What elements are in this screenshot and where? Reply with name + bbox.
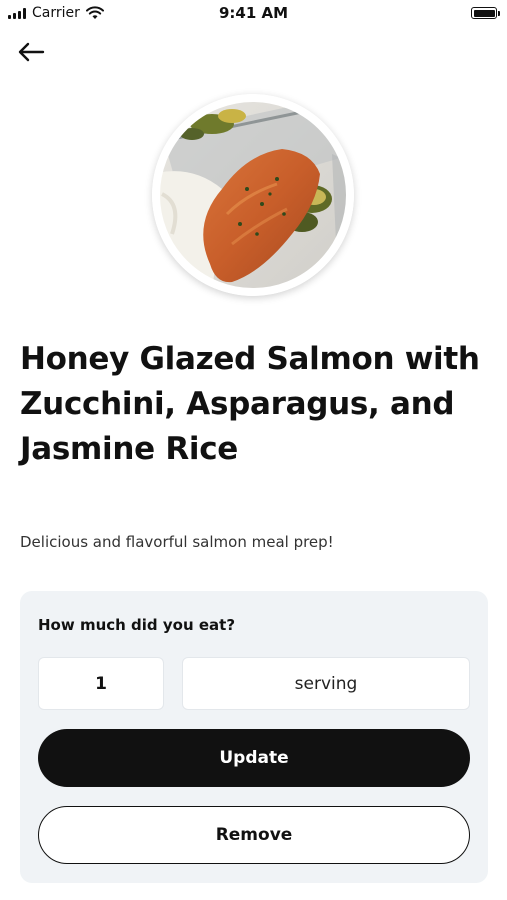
arrow-left-icon (18, 42, 45, 62)
portion-question: How much did you eat? (38, 616, 236, 634)
quantity-input[interactable]: 1 (38, 657, 164, 710)
meal-detail-screen: Carrier 9:41 AM Honey Glazed Salmon with… (0, 0, 507, 900)
meal-title: Honey Glazed Salmon with Zucchini, Aspar… (20, 341, 480, 467)
meal-photo (152, 94, 354, 296)
status-bar: Carrier 9:41 AM (0, 0, 507, 28)
status-time: 9:41 AM (218, 4, 289, 22)
quantity-value: 1 (95, 673, 107, 694)
meal-description: Delicious and flavorful salmon meal prep… (20, 533, 334, 551)
unit-select[interactable]: serving (182, 657, 470, 710)
update-button[interactable]: Update (38, 729, 470, 787)
unit-value: serving (294, 673, 358, 694)
back-button[interactable] (12, 34, 50, 70)
battery-icon (471, 7, 500, 19)
portion-card: How much did you eat? 1 serving Update R… (20, 591, 488, 883)
remove-button[interactable]: Remove (38, 806, 470, 864)
